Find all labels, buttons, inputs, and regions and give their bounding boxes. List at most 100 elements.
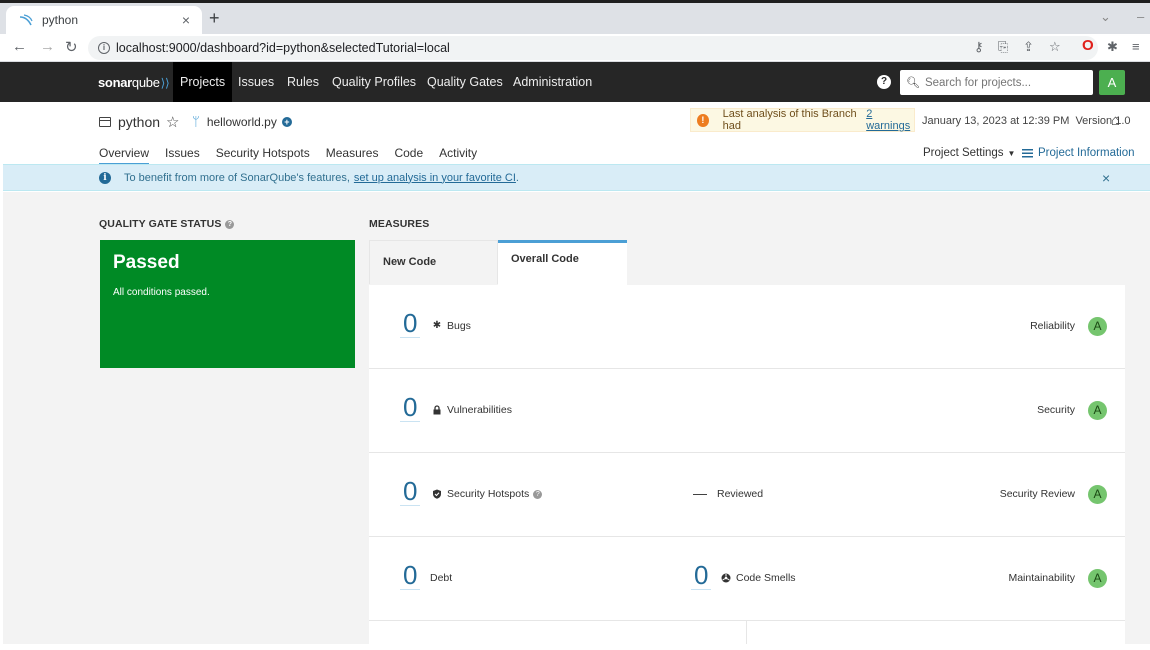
vulnerabilities-count[interactable]: 0 — [400, 393, 421, 422]
branch-icon: ᛘ — [192, 114, 200, 129]
project-information-label: Project Information — [1038, 147, 1135, 159]
reviewed-dash: — — [693, 485, 707, 501]
security-label: Security — [1037, 404, 1075, 416]
nav-administration[interactable]: Administration — [513, 62, 592, 102]
nav-projects[interactable]: Projects — [173, 62, 233, 102]
project-name[interactable]: python — [118, 114, 160, 130]
reliability-rating[interactable]: A — [1088, 317, 1107, 336]
vulnerabilities-label-text: Vulnerabilities — [447, 404, 512, 416]
close-icon[interactable]: × — [1102, 170, 1110, 186]
project-version: Version 1.0 — [1075, 115, 1131, 127]
tab-overview[interactable]: Overview — [99, 146, 150, 165]
tab-issues[interactable]: Issues — [165, 146, 200, 165]
reload-icon[interactable]: ↻ — [65, 38, 78, 56]
overview-main: QUALITY GATE STATUS ? Passed All conditi… — [3, 192, 1150, 644]
address-bar[interactable]: i localhost:9000/dashboard?id=python&sel… — [88, 36, 1098, 60]
ci-info-banner: i To benefit from more of SonarQube's fe… — [3, 164, 1150, 191]
project-information-link[interactable]: Project Information — [1022, 147, 1135, 159]
tab-measures[interactable]: Measures — [326, 146, 379, 165]
warning-icon: ! — [697, 113, 709, 127]
maintainability-rating[interactable]: A — [1088, 569, 1107, 588]
reliability-label: Reliability — [1030, 320, 1075, 332]
tab-security-hotspots[interactable]: Security Hotspots — [216, 146, 310, 165]
measure-row-hotspots: 0 Security Hotspots ? — Reviewed Securit… — [369, 453, 1125, 537]
quality-gate-title: QUALITY GATE STATUS ? — [99, 218, 235, 230]
code-smells-label-text: Code Smells — [736, 572, 796, 584]
help-icon[interactable]: ? — [877, 75, 891, 89]
maintainability-label: Maintainability — [1008, 572, 1075, 584]
project-title: python ☆ — [99, 113, 180, 131]
translate-icon[interactable]: ⎘ — [998, 39, 1008, 55]
measures-title: MEASURES — [369, 218, 430, 230]
tab-close-icon[interactable]: × — [176, 12, 196, 28]
hotspots-count[interactable]: 0 — [400, 477, 421, 506]
user-avatar[interactable]: A — [1099, 70, 1125, 95]
new-tab-button[interactable]: + — [209, 8, 220, 29]
minimize-icon[interactable]: – — [1137, 9, 1144, 24]
code-smells-count[interactable]: 0 — [691, 561, 712, 590]
search-input[interactable] — [924, 76, 1093, 89]
sonarqube-logo[interactable]: sonarqube⟩⟩ — [98, 75, 170, 90]
code-smell-icon — [721, 573, 731, 583]
extensions-icon[interactable]: ✱ — [1107, 39, 1118, 55]
project-search[interactable]: 🔍︎ — [900, 70, 1093, 95]
reviewed-label: Reviewed — [717, 488, 764, 500]
share-icon[interactable]: ⇪ — [1023, 39, 1034, 55]
info-icon: i — [99, 171, 111, 184]
nav-issues[interactable]: Issues — [238, 62, 274, 102]
vulnerabilities-label: Vulnerabilities — [432, 404, 512, 416]
security-rating[interactable]: A — [1088, 401, 1107, 420]
setup-ci-link[interactable]: set up analysis in your favorite CI — [354, 172, 516, 184]
help-icon[interactable]: ? — [533, 489, 543, 499]
banner-text: To benefit from more of SonarQube's feat… — [124, 171, 350, 184]
logo-light-text: qube — [131, 75, 160, 90]
code-period-tabs: New Code Overall Code — [369, 240, 627, 285]
code-smells-label: Code Smells — [721, 572, 796, 584]
hotspots-label-text: Security Hotspots — [447, 488, 530, 500]
bugs-count[interactable]: 0 — [400, 309, 421, 338]
cell-divider — [746, 621, 747, 644]
bookmark-star-icon[interactable]: ☆ — [1049, 39, 1061, 55]
coverage-row-partial — [369, 621, 1125, 644]
key-icon[interactable]: ⚷ — [974, 39, 984, 55]
bugs-label-text: Bugs — [447, 320, 471, 332]
browser-tab[interactable]: python × — [6, 6, 202, 34]
hotspots-label: Security Hotspots ? — [432, 488, 543, 500]
project-settings-dropdown[interactable]: Project Settings ▼ — [923, 147, 1015, 159]
page-bottom-edge — [0, 644, 1150, 650]
nav-quality-gates[interactable]: Quality Gates — [427, 62, 503, 102]
back-arrow-icon[interactable]: ← — [12, 38, 27, 55]
branch-plus-icon[interactable]: + — [281, 116, 292, 127]
reading-list-icon[interactable]: ≡ — [1132, 39, 1140, 54]
tab-new-code[interactable]: New Code — [369, 240, 498, 284]
tab-activity[interactable]: Activity — [439, 146, 477, 165]
warning-text: Last analysis of this Branch had — [722, 108, 857, 132]
analysis-meta: January 13, 2023 at 12:39 PM Version 1.0 — [922, 115, 1131, 127]
debt-value[interactable]: 0 — [400, 561, 421, 590]
project-settings-label: Project Settings — [923, 147, 1004, 159]
forward-arrow-icon[interactable]: → — [40, 38, 55, 55]
url-text: localhost:9000/dashboard?id=python&selec… — [116, 41, 450, 55]
nav-quality-profiles[interactable]: Quality Profiles — [332, 62, 416, 102]
quality-gate-description: All conditions passed. — [113, 287, 210, 298]
global-navbar: sonarqube⟩⟩ Projects Issues Rules Qualit… — [0, 62, 1150, 102]
tab-code[interactable]: Code — [394, 146, 423, 165]
warnings-link[interactable]: 2 warnings — [866, 108, 914, 132]
analysis-date: January 13, 2023 at 12:39 PM — [922, 115, 1070, 127]
favorite-star-icon[interactable]: ☆ — [166, 113, 179, 131]
help-icon[interactable]: ? — [225, 219, 235, 229]
quality-gate-status: Passed — [113, 252, 180, 273]
banner-suffix: . — [515, 171, 519, 184]
measure-row-bugs: 0 ✱ Bugs Reliability A — [369, 285, 1125, 369]
branch-selector[interactable]: ᛘ helloworld.py + — [192, 114, 292, 129]
project-tabs: Overview Issues Security Hotspots Measur… — [99, 146, 493, 165]
tab-overall-code[interactable]: Overall Code — [498, 240, 627, 285]
analysis-warning: ! Last analysis of this Branch had 2 war… — [690, 108, 915, 132]
lock-icon — [433, 405, 441, 415]
home-icon[interactable]: ⌂ — [1111, 112, 1120, 129]
opera-icon[interactable]: O — [1082, 37, 1094, 54]
nav-rules[interactable]: Rules — [287, 62, 319, 102]
tab-search-icon[interactable]: ⌄ — [1100, 9, 1111, 25]
security-review-rating[interactable]: A — [1088, 485, 1107, 504]
site-info-icon[interactable]: i — [98, 42, 110, 54]
